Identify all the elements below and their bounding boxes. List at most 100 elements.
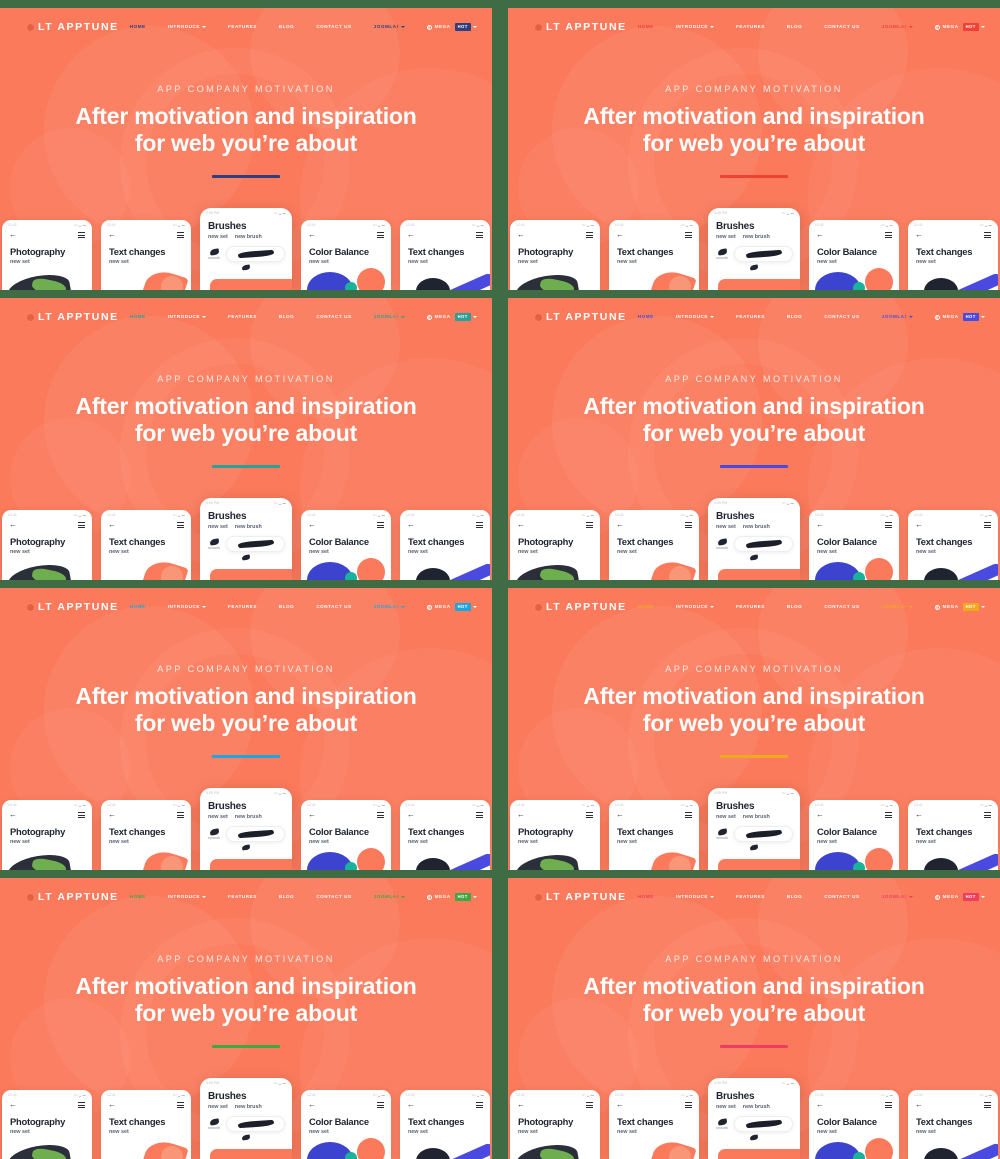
brush-stroke-preview[interactable] [226,536,285,552]
nav-item-blog[interactable]: BLOG [776,314,813,319]
arrow-left-icon[interactable]: ← [9,811,17,819]
phone-mockup-card[interactable]: 12:41 ▪▪▪ ▂ ▬ ← Text changes new set [101,220,191,290]
phone-mockup-card[interactable]: 12:41 ▪▪▪ ▂ ▬ ← Text changes new set [101,800,191,870]
site-logo[interactable]: LT APPTUNE [534,21,627,33]
nav-item-features[interactable]: FEATURES [725,24,776,29]
hamburger-icon[interactable] [78,522,85,528]
phone-mockup-card[interactable]: 12:41 ▪▪▪ ▂ ▬ ← Color Balance new set [301,510,391,580]
template-preview-variant-6[interactable]: LT APPTUNE HOME INTRODUCE FEATURES BLOG CONTA… [508,588,1000,870]
hamburger-icon[interactable] [476,232,483,238]
nav-item-mega[interactable]: MEGA HOT [924,23,996,31]
nav-item-features[interactable]: FEATURES [725,314,776,319]
hamburger-icon[interactable] [177,812,184,818]
phone-mockup-card[interactable]: 12:41 ▪▪▪ ▂ ▬ ← Text changes new set [908,220,998,290]
nav-item-features[interactable]: FEATURES [217,24,268,29]
phone-mockup-card[interactable]: 4:05 PM ▪▪▪ ▂ ▬ Brushes new set new brush smo… [200,208,292,290]
arrow-left-icon[interactable]: ← [616,521,624,529]
arrow-left-icon[interactable]: ← [517,521,525,529]
nav-item-features[interactable]: FEATURES [217,314,268,319]
phone-mockup-card[interactable]: 12:41 ▪▪▪ ▂ ▬ ← Photography new set [2,1090,92,1159]
phone-mockup-card[interactable]: 4:05 PM ▪▪▪ ▂ ▬ Brushes new set new brush smo… [708,788,800,870]
nav-item-home[interactable]: HOME [627,314,665,319]
brush-option[interactable]: smooth [715,827,729,840]
nav-item-contact-us[interactable]: CONTACT US [305,24,362,29]
site-logo[interactable]: LT APPTUNE [26,21,119,33]
nav-item-joomla[interactable]: JOOMLA! [363,604,416,609]
arrow-left-icon[interactable]: ← [108,231,116,239]
hamburger-icon[interactable] [885,522,892,528]
arrow-left-icon[interactable]: ← [407,231,415,239]
arrow-left-icon[interactable]: ← [517,811,525,819]
hamburger-icon[interactable] [586,522,593,528]
arrow-left-icon[interactable]: ← [407,521,415,529]
template-preview-variant-3[interactable]: LT APPTUNE HOME INTRODUCE FEATURES BLOG CONTA… [0,298,492,580]
hamburger-icon[interactable] [885,232,892,238]
nav-item-introduce[interactable]: INTRODUCE [665,604,725,609]
hamburger-icon[interactable] [377,812,384,818]
phone-mockup-card[interactable]: 12:41 ▪▪▪ ▂ ▬ ← Color Balance new set [301,220,391,290]
site-logo[interactable]: LT APPTUNE [26,891,119,903]
phone-mockup-card[interactable]: 12:41 ▪▪▪ ▂ ▬ ← Photography new set [2,800,92,870]
brush-option[interactable]: smooth [715,537,729,550]
brush-stroke-preview[interactable] [734,536,793,552]
brush-stroke-preview[interactable] [734,246,793,262]
phone-mockup-card[interactable]: 12:41 ▪▪▪ ▂ ▬ ← Text changes new set [400,510,490,580]
nav-item-joomla[interactable]: JOOMLA! [363,894,416,899]
nav-item-mega[interactable]: MEGA HOT [416,893,488,901]
nav-item-blog[interactable]: BLOG [268,604,305,609]
hamburger-icon[interactable] [78,812,85,818]
nav-item-features[interactable]: FEATURES [725,604,776,609]
hamburger-icon[interactable] [586,1102,593,1108]
arrow-left-icon[interactable]: ← [816,231,824,239]
arrow-left-icon[interactable]: ← [308,811,316,819]
nav-item-joomla[interactable]: JOOMLA! [871,894,924,899]
brush-stroke-preview[interactable] [734,1116,793,1132]
brush-option[interactable]: smooth [207,1117,221,1130]
nav-item-mega[interactable]: MEGA HOT [416,313,488,321]
nav-item-features[interactable]: FEATURES [217,894,268,899]
nav-item-introduce[interactable]: INTRODUCE [157,604,217,609]
phone-mockup-card[interactable]: 12:41 ▪▪▪ ▂ ▬ ← Color Balance new set [809,1090,899,1159]
brush-stroke-preview[interactable] [226,1116,285,1132]
nav-item-blog[interactable]: BLOG [776,24,813,29]
arrow-left-icon[interactable]: ← [915,231,923,239]
hamburger-icon[interactable] [476,812,483,818]
hamburger-icon[interactable] [177,522,184,528]
nav-item-features[interactable]: FEATURES [217,604,268,609]
arrow-left-icon[interactable]: ← [517,231,525,239]
template-preview-variant-4[interactable]: LT APPTUNE HOME INTRODUCE FEATURES BLOG CONTA… [508,298,1000,580]
hamburger-icon[interactable] [885,1102,892,1108]
brush-option[interactable]: smooth [207,247,221,260]
hamburger-icon[interactable] [177,232,184,238]
nav-item-mega[interactable]: MEGA HOT [924,603,996,611]
nav-item-introduce[interactable]: INTRODUCE [157,314,217,319]
hamburger-icon[interactable] [685,1102,692,1108]
nav-item-home[interactable]: HOME [627,894,665,899]
hamburger-icon[interactable] [177,1102,184,1108]
phone-mockup-card[interactable]: 12:41 ▪▪▪ ▂ ▬ ← Text changes new set [400,800,490,870]
phone-mockup-card[interactable]: 12:41 ▪▪▪ ▂ ▬ ← Color Balance new set [809,800,899,870]
arrow-left-icon[interactable]: ← [816,811,824,819]
arrow-left-icon[interactable]: ← [108,521,116,529]
phone-mockup-card[interactable]: 4:05 PM ▪▪▪ ▂ ▬ Brushes new set new brush smo… [200,498,292,580]
template-preview-variant-7[interactable]: LT APPTUNE HOME INTRODUCE FEATURES BLOG CONTA… [0,878,492,1159]
brush-option[interactable]: smooth [715,1117,729,1130]
template-preview-variant-5[interactable]: LT APPTUNE HOME INTRODUCE FEATURES BLOG CONTA… [0,588,492,870]
site-logo[interactable]: LT APPTUNE [534,311,627,323]
template-preview-variant-2[interactable]: LT APPTUNE HOME INTRODUCE FEATURES BLOG CONTA… [508,8,1000,290]
hamburger-icon[interactable] [984,1102,991,1108]
nav-item-contact-us[interactable]: CONTACT US [813,894,870,899]
nav-item-home[interactable]: HOME [119,604,157,609]
arrow-left-icon[interactable]: ← [816,1101,824,1109]
nav-item-introduce[interactable]: INTRODUCE [665,894,725,899]
nav-item-contact-us[interactable]: CONTACT US [813,604,870,609]
hamburger-icon[interactable] [685,812,692,818]
hamburger-icon[interactable] [586,812,593,818]
hamburger-icon[interactable] [476,522,483,528]
hamburger-icon[interactable] [685,232,692,238]
arrow-left-icon[interactable]: ← [407,1101,415,1109]
hamburger-icon[interactable] [685,522,692,528]
nav-item-contact-us[interactable]: CONTACT US [813,314,870,319]
hamburger-icon[interactable] [885,812,892,818]
brush-option[interactable]: smooth [207,827,221,840]
